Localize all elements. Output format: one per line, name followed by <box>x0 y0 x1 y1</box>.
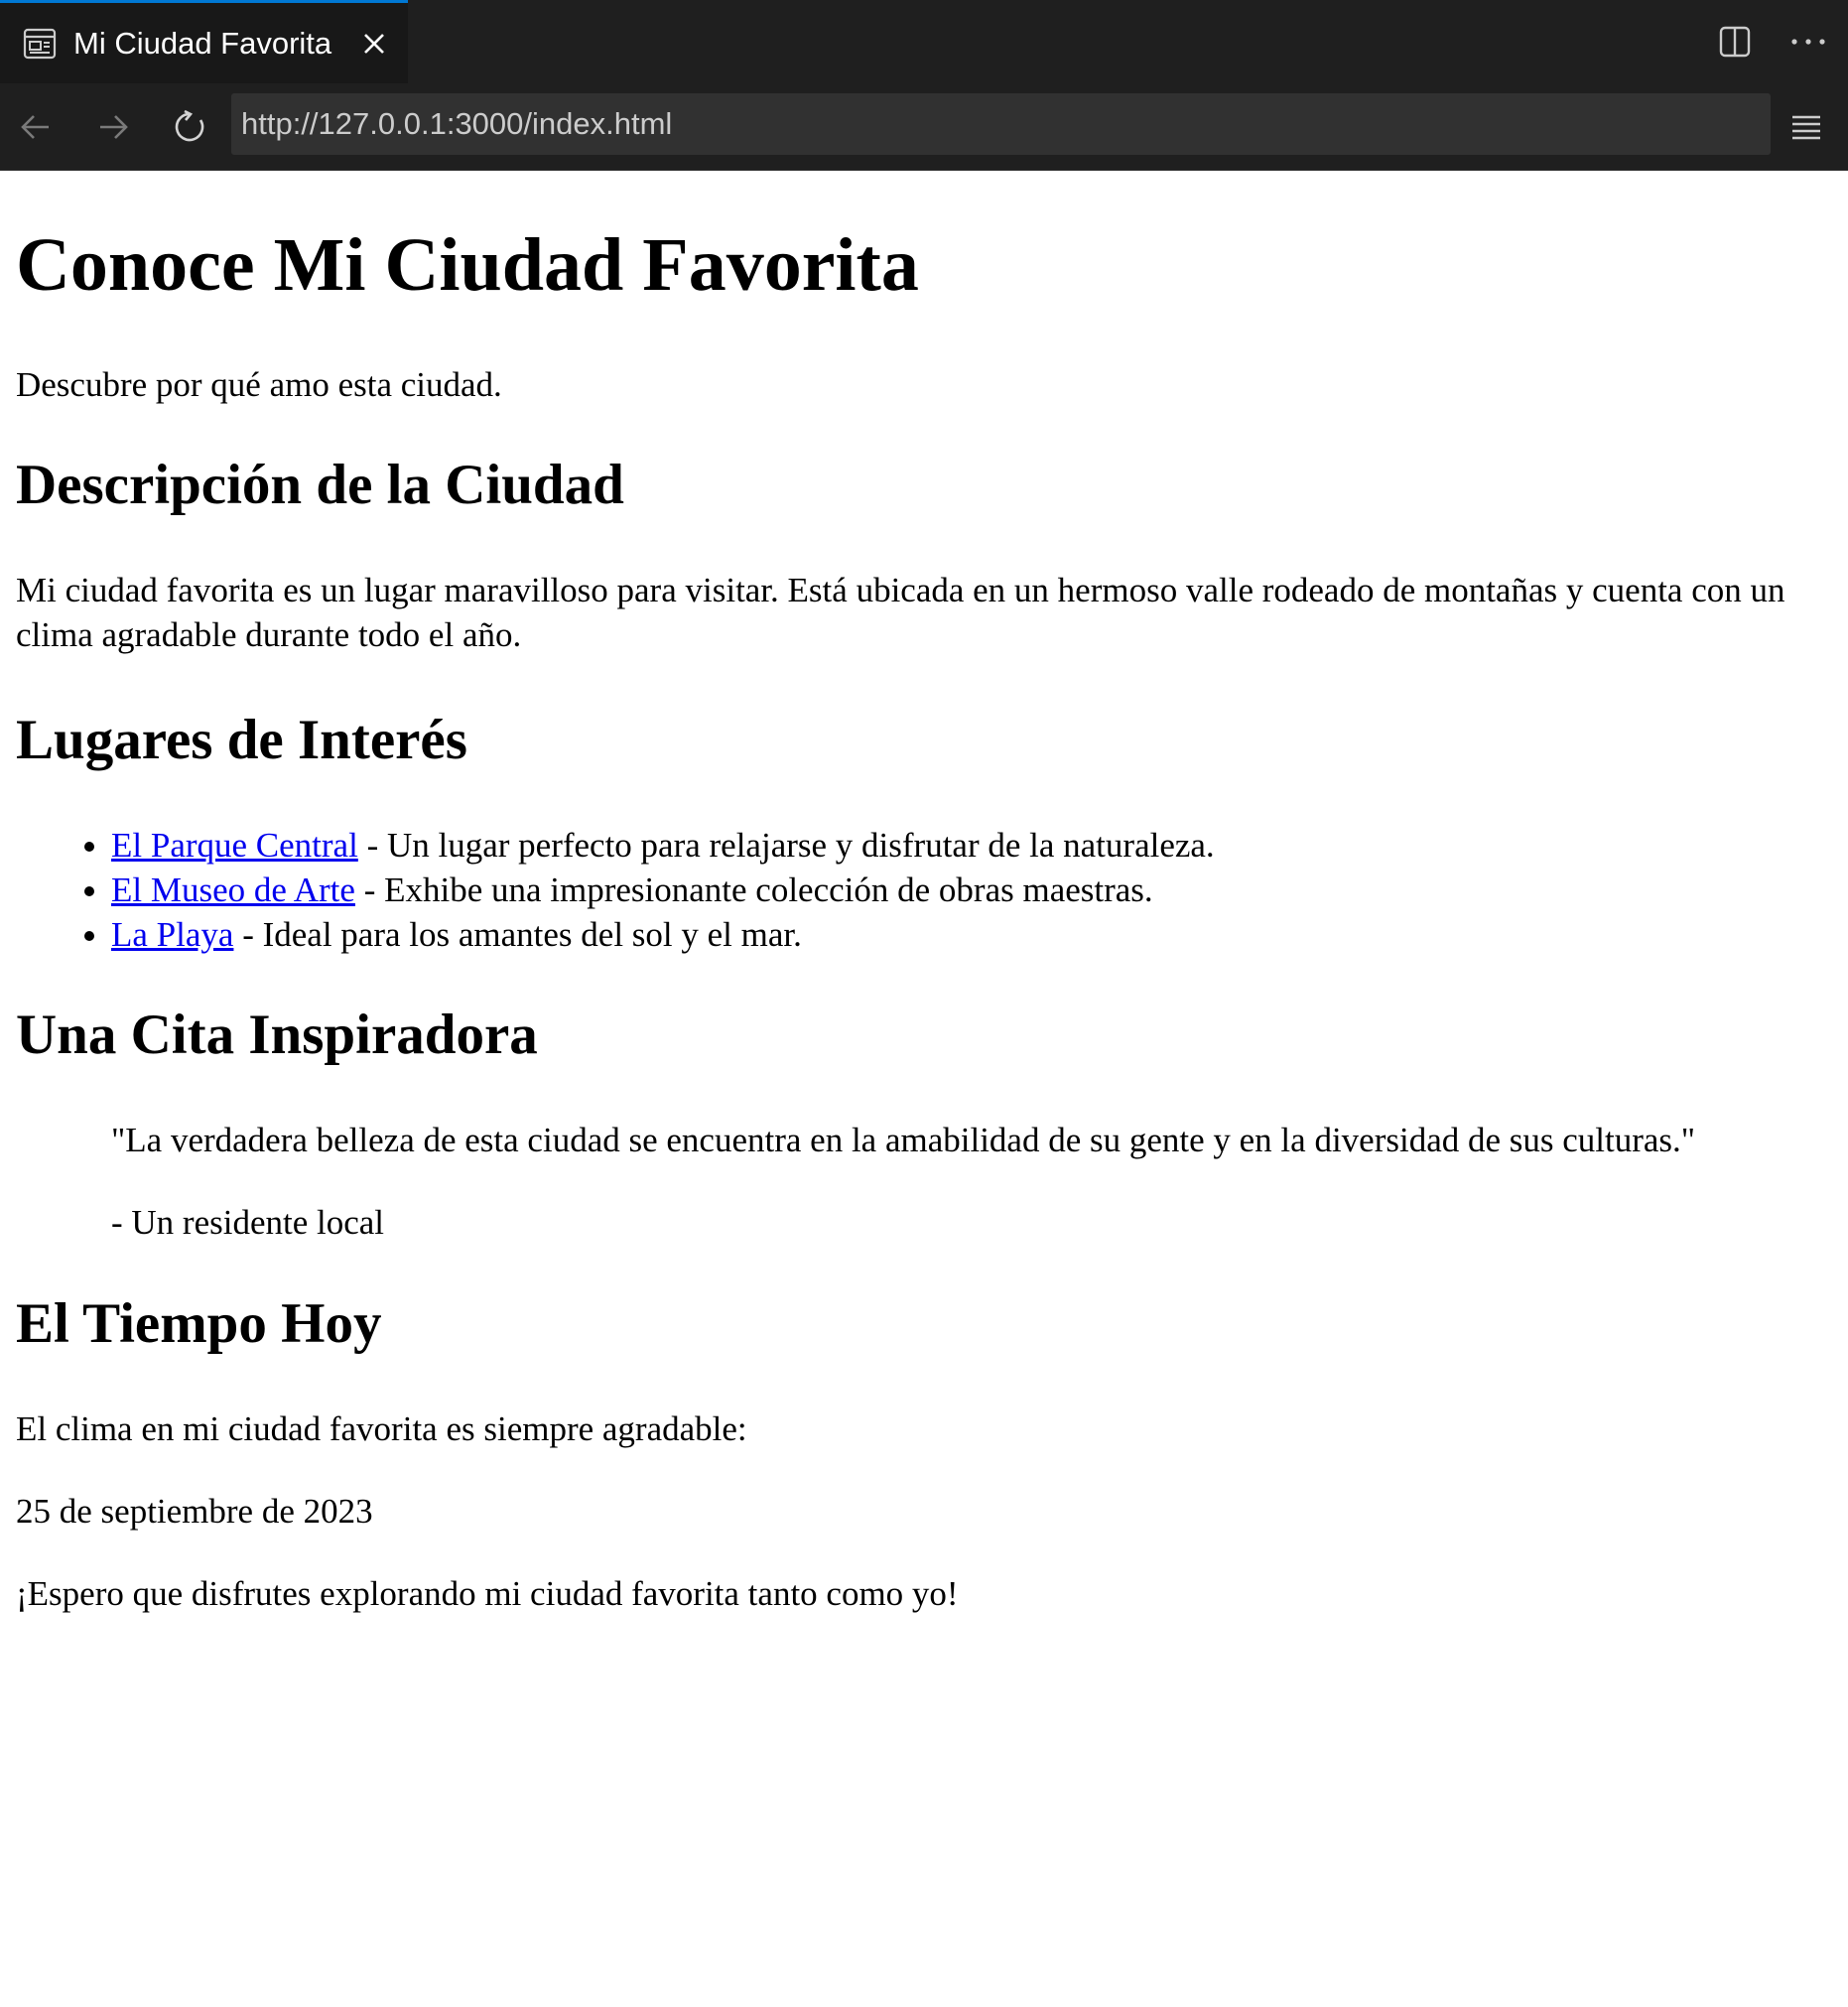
place-description: - Ideal para los amantes del sol y el ma… <box>233 914 802 954</box>
list-item: El Parque Central - Un lugar perfecto pa… <box>111 824 1832 869</box>
back-arrow-icon[interactable] <box>12 103 60 151</box>
place-link-parque-central[interactable]: El Parque Central <box>111 826 358 865</box>
page-content: Conoce Mi Ciudad Favorita Descubre por q… <box>0 171 1848 2007</box>
places-heading: Lugares de Interés <box>16 708 467 771</box>
list-item: La Playa - Ideal para los amantes del so… <box>111 913 1832 958</box>
forward-arrow-icon[interactable] <box>89 103 137 151</box>
page-icon <box>22 26 58 62</box>
page-title: Conoce Mi Ciudad Favorita <box>16 223 919 307</box>
description-text: Mi ciudad favorita es un lugar maravillo… <box>16 570 1785 654</box>
place-link-museo-de-arte[interactable]: El Museo de Arte <box>111 870 355 909</box>
url-text: http://127.0.0.1:3000/index.html <box>241 106 673 141</box>
intro-text: Descubre por qué amo esta ciudad. <box>16 364 502 404</box>
reload-icon[interactable] <box>167 103 214 151</box>
url-input[interactable]: http://127.0.0.1:3000/index.html <box>231 93 1771 155</box>
weather-text: El clima en mi ciudad favorita es siempr… <box>16 1409 747 1449</box>
close-icon[interactable] <box>354 24 394 64</box>
split-editor-icon[interactable] <box>1713 20 1757 64</box>
places-list: El Parque Central - Un lugar perfecto pa… <box>16 824 1832 957</box>
closing-text: ¡Espero que disfrutes explorando mi ciud… <box>16 1573 959 1613</box>
quote-block: "La verdadera belleza de esta ciudad se … <box>111 1119 1832 1246</box>
place-description: - Un lugar perfecto para relajarse y dis… <box>357 826 1215 866</box>
place-link-la-playa[interactable]: La Playa <box>111 915 233 954</box>
navigation-bar: http://127.0.0.1:3000/index.html <box>0 83 1848 171</box>
tab-bar-controls <box>1713 20 1830 64</box>
tab-active[interactable]: Mi Ciudad Favorita <box>0 0 408 83</box>
quote-heading: Una Cita Inspiradora <box>16 1004 538 1067</box>
tab-bar: Mi Ciudad Favorita <box>0 0 1848 83</box>
quote-author: - Un residente local <box>111 1202 385 1242</box>
quote-text: "La verdadera belleza de esta ciudad se … <box>111 1121 1696 1160</box>
more-icon[interactable] <box>1786 20 1830 64</box>
list-item: El Museo de Arte - Exhibe una impresiona… <box>111 869 1832 913</box>
place-description: - Exhibe una impresionante colección de … <box>354 870 1153 909</box>
hamburger-menu-icon[interactable] <box>1782 103 1830 151</box>
description-heading: Descripción de la Ciudad <box>16 454 624 517</box>
weather-date: 25 de septiembre de 2023 <box>16 1491 373 1531</box>
weather-heading: El Tiempo Hoy <box>16 1291 382 1355</box>
tab-title: Mi Ciudad Favorita <box>73 25 332 61</box>
